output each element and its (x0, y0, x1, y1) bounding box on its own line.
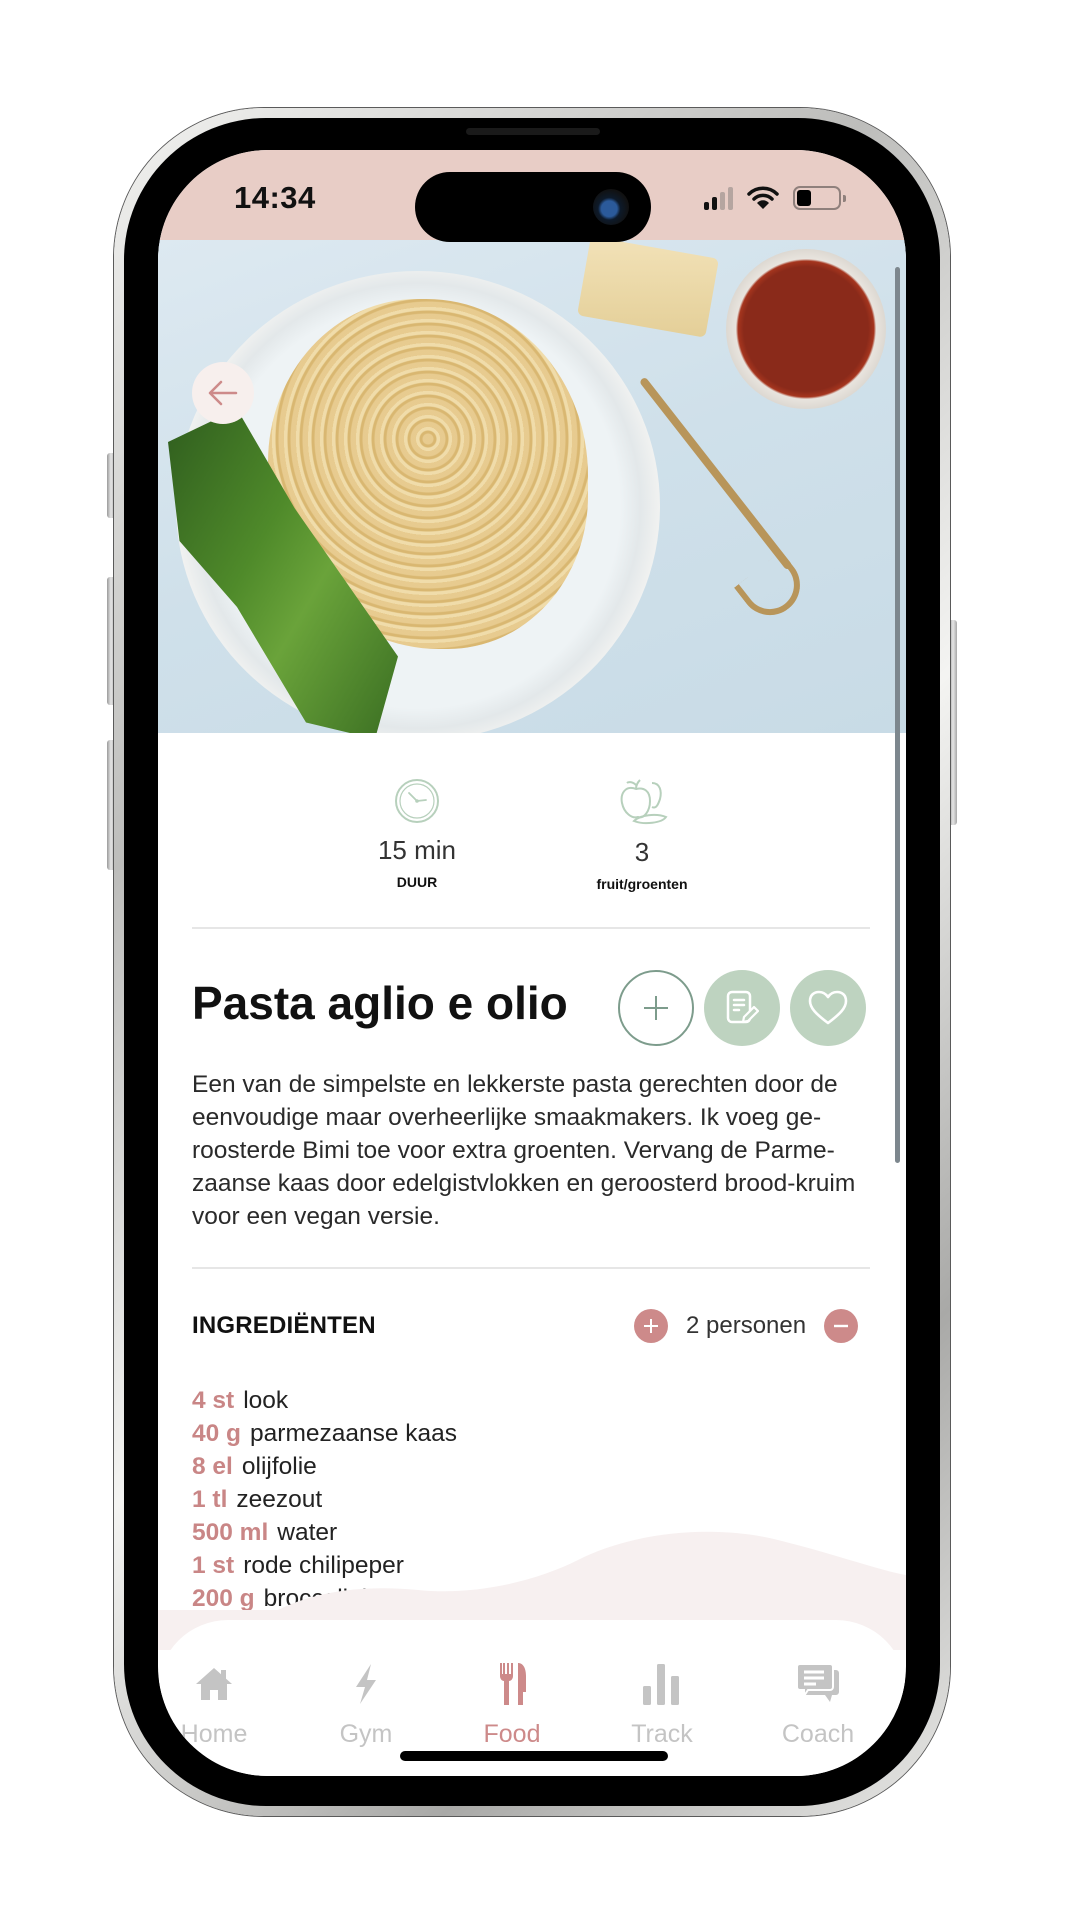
nav-item-food[interactable]: Food (452, 1662, 572, 1749)
favorite-button[interactable] (790, 970, 866, 1046)
ingredient-name: zeezout (236, 1486, 323, 1513)
fruit-vegetables-icon (620, 779, 668, 825)
recipe-title: Pasta aglio e olio (192, 977, 568, 1029)
ingredient-quantity: 8 el (192, 1453, 233, 1480)
fruit-vegetables-value: 3 (634, 837, 650, 867)
nav-label-coach: Coach (781, 1720, 855, 1748)
ingredient-quantity: 4 st (192, 1387, 235, 1414)
recipe-hero-image (158, 239, 906, 733)
clock-icon (395, 779, 439, 823)
add-to-plan-button[interactable] (618, 970, 694, 1046)
fork-head-illustration (733, 550, 813, 628)
fruit-vegetables-info: 3 fruit/groenten (542, 777, 742, 892)
plus-icon (644, 996, 668, 1020)
power-button-hw (949, 620, 957, 825)
minus-icon (834, 1324, 849, 1328)
nav-item-track[interactable]: Track (602, 1662, 722, 1749)
status-bar: 14:34 (158, 150, 906, 242)
nav-label-gym: Gym (339, 1720, 393, 1748)
nav-item-home[interactable]: Home (158, 1662, 274, 1749)
earpiece-speaker (466, 128, 600, 135)
nav-item-coach[interactable]: Coach (758, 1662, 878, 1749)
ingredient-name: parmezaanse kaas (250, 1420, 458, 1447)
fruit-vegetables-label: fruit/groenten (596, 876, 688, 892)
status-time: 14:34 (234, 180, 316, 215)
notes-button[interactable] (704, 970, 780, 1046)
fork-illustration (638, 376, 793, 571)
nav-label-track: Track (631, 1720, 693, 1748)
chat-icon (796, 1663, 839, 1702)
cellular-signal-icon (704, 187, 733, 210)
dynamic-island (415, 172, 651, 242)
ingredient-item: 4 st look (192, 1384, 457, 1417)
ingredient-quantity: 40 g (192, 1420, 242, 1447)
scrollbar[interactable] (895, 267, 900, 1163)
divider (192, 1267, 870, 1269)
note-edit-icon (726, 990, 759, 1024)
wifi-icon (747, 186, 779, 209)
bar-chart-icon (643, 1664, 679, 1705)
arrow-left-icon (208, 380, 238, 406)
heart-icon (808, 990, 848, 1025)
duration-value: 15 min (377, 835, 457, 865)
plus-icon (644, 1319, 658, 1333)
ingredient-quantity: 1 tl (192, 1486, 228, 1513)
duration-label: DUUR (396, 874, 438, 890)
front-camera (593, 189, 629, 225)
nav-label-food: Food (483, 1720, 541, 1748)
battery-level (797, 190, 811, 206)
nav-label-home: Home (180, 1720, 248, 1748)
recipe-description: Een van de simpelste en lekkerste pasta … (192, 1071, 856, 1230)
ingredient-name: olijfolie (241, 1453, 317, 1480)
increase-servings-button[interactable] (634, 1309, 668, 1343)
home-icon (196, 1668, 232, 1700)
duration-info: 15 min DUUR (317, 777, 517, 890)
status-icons (704, 186, 846, 210)
ingredient-item: 8 el olijfolie (192, 1450, 457, 1483)
ingredient-name: look (243, 1387, 289, 1414)
phone-screen: 14:34 15 min DUUR 3 fruit/groenten Pasta… (158, 150, 906, 1776)
servings-stepper: 2 personen (634, 1309, 859, 1343)
back-button[interactable] (192, 362, 254, 424)
ingredient-item: 40 g parmezaanse kaas (192, 1417, 457, 1450)
battery-icon (793, 186, 846, 210)
home-indicator[interactable] (400, 1751, 668, 1761)
parmesan-illustration (577, 239, 719, 338)
divider (192, 927, 870, 929)
ingredients-header: INGREDIËNTEN (192, 1312, 376, 1339)
servings-value: 2 personen (686, 1312, 807, 1339)
nav-item-gym[interactable]: Gym (306, 1662, 426, 1749)
decrease-servings-button[interactable] (824, 1309, 859, 1343)
fork-knife-icon (500, 1663, 526, 1705)
ingredient-item: 1 tl zeezout (192, 1483, 457, 1516)
chili-bowl-illustration (726, 249, 886, 409)
lightning-icon (356, 1664, 376, 1704)
